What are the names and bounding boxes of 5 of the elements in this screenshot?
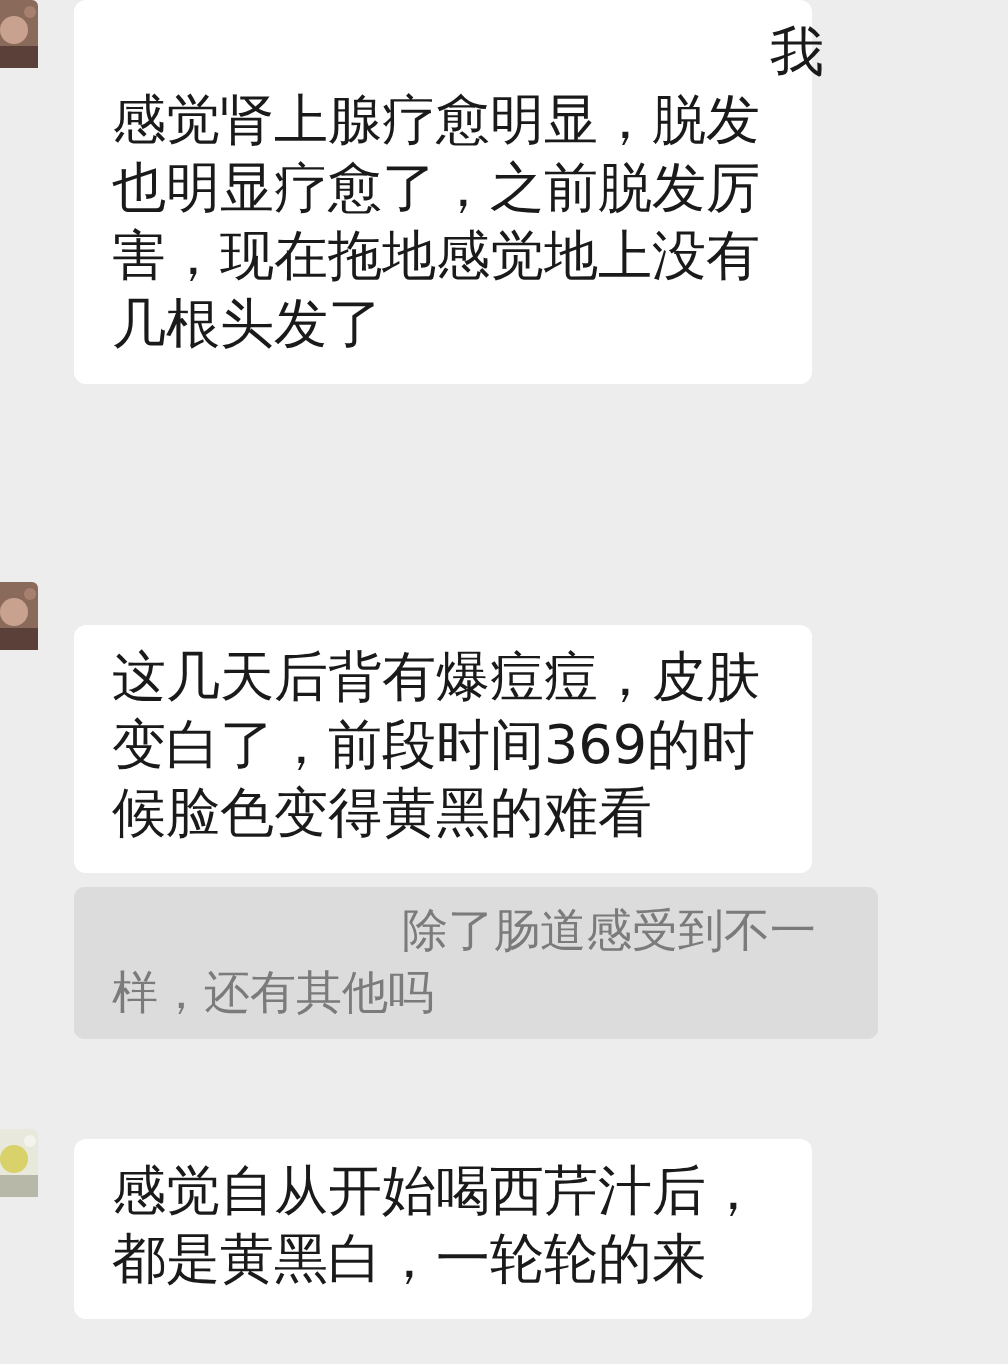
message-text: 感觉肾上腺疗愈明显，脱发也明显疗愈了，之前脱发厉害，现在拖地感觉地上没有几根头发了 bbox=[112, 87, 761, 357]
message-text: 感觉自从开始喝西芹汁后，都是黄黑白，一轮轮的来 bbox=[112, 1158, 761, 1292]
message-text: 我 bbox=[770, 19, 824, 85]
message-text: 这几天后背有爆痘痘，皮肤变白了，前段时间369的时候脸色变得黄黑的难看 bbox=[112, 644, 761, 846]
quote-text: 除了肠道感受到不一样，还有其他吗 bbox=[112, 902, 817, 1021]
